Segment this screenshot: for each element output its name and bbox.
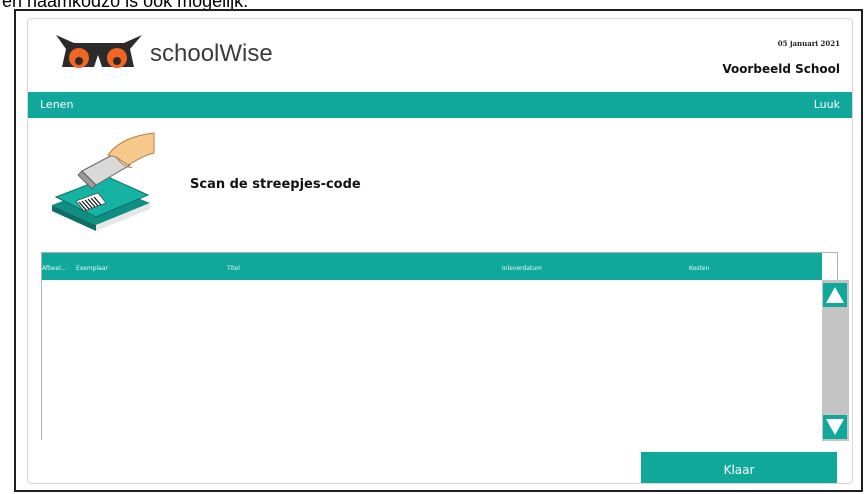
arrow-up-icon <box>826 287 844 303</box>
table-scrollbar[interactable] <box>822 280 849 441</box>
loan-table: Afbeel... Exemplaar Titel Inleverdatum K… <box>41 252 849 441</box>
arrow-down-icon <box>826 419 844 435</box>
done-button[interactable]: Klaar <box>641 452 837 483</box>
column-header-exemplaar[interactable]: Exemplaar <box>76 265 108 272</box>
column-header-titel[interactable]: Titel <box>227 265 240 272</box>
column-header-afbeelding[interactable]: Afbeel... <box>42 265 67 272</box>
top-navigation-bar: Lenen Luuk <box>28 92 852 118</box>
user-name[interactable]: Luuk <box>814 98 840 111</box>
column-header-kosten[interactable]: Kosten <box>689 265 709 272</box>
table-header: Afbeel... Exemplaar Titel Inleverdatum K… <box>42 253 822 280</box>
school-name: Voorbeeld School <box>722 62 840 76</box>
section-title: Lenen <box>40 98 74 111</box>
current-date: 05 januari 2021 <box>777 39 840 48</box>
scan-instruction: Scan de streepjes-code <box>190 177 361 192</box>
owl-logo-icon <box>56 35 142 68</box>
scroll-up-button[interactable] <box>823 283 847 307</box>
barcode-scanner-icon <box>52 132 155 231</box>
brand-name: schoolWise <box>150 40 273 67</box>
app-content: schoolWise 05 januari 2021 Voorbeeld Sch… <box>28 19 852 483</box>
app-window: schoolWise 05 januari 2021 Voorbeeld Sch… <box>14 9 863 492</box>
scroll-down-button[interactable] <box>823 415 847 439</box>
table-body <box>42 280 822 440</box>
column-header-inleverdatum[interactable]: Inleverdatum <box>502 265 542 272</box>
